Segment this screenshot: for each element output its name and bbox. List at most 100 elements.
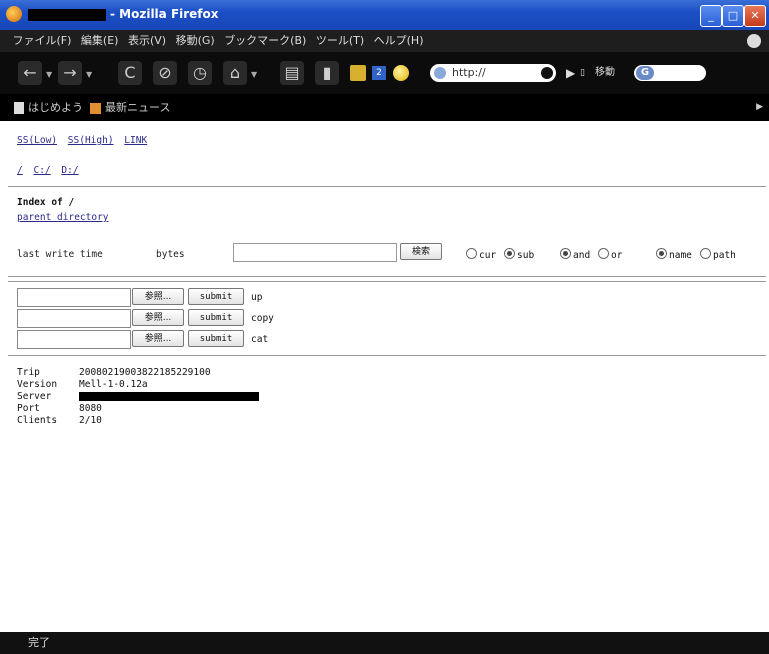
op-label: cat (251, 334, 269, 345)
stop-button[interactable]: ⊘ (153, 61, 177, 85)
parent-directory-link[interactable]: parent directory (17, 212, 109, 223)
radio-and-dot[interactable] (560, 248, 571, 259)
redacted-server (79, 392, 259, 401)
radio-and-label: and (573, 250, 591, 261)
chevron-right-icon[interactable]: ▶ (756, 94, 763, 121)
page-content: SS(Low) SS(High) LINK / C:/ D:/ Index of… (0, 121, 769, 632)
radio-path-label: path (713, 250, 736, 261)
search-input[interactable] (233, 243, 397, 262)
home-dropdown-icon[interactable]: ▼ (251, 70, 257, 79)
last-write-time-header[interactable]: last write time (17, 249, 103, 260)
link-link[interactable]: LINK (124, 135, 147, 146)
radio-or[interactable]: or (598, 248, 622, 261)
go-label[interactable]: 移動 (595, 65, 625, 81)
link-ss-high[interactable]: SS(High) (68, 135, 114, 146)
menu-help[interactable]: ヘルプ(H) (371, 30, 427, 52)
window-title: - Mozilla Firefox (110, 7, 219, 21)
link-drive-c[interactable]: C:/ (33, 165, 50, 176)
globe-icon (434, 67, 446, 79)
version-value: Mell-1-0.12a (79, 379, 148, 390)
trash-button[interactable]: ▮ (315, 61, 339, 85)
browse-button[interactable]: 参照... (132, 309, 184, 326)
print-button[interactable]: ▤ (280, 61, 304, 85)
file-path-input[interactable] (17, 288, 131, 307)
status-bar: 完了 (0, 632, 769, 654)
maximize-button[interactable]: □ (722, 5, 744, 27)
page-icon (14, 102, 24, 114)
bytes-header[interactable]: bytes (156, 249, 185, 260)
radio-sub[interactable]: sub (504, 248, 534, 261)
op-label: up (251, 292, 263, 303)
back-dropdown-icon[interactable]: ▼ (46, 70, 52, 79)
link-ss-low[interactable]: SS(Low) (17, 135, 57, 146)
navigation-toolbar: ← ▼ → ▼ C ⊘ ◷ ⌂ ▼ ▤ ▮ 2 http:// ▶ ▯ 移動 G (0, 52, 769, 94)
page-icon[interactable]: ▯ (580, 65, 596, 81)
menu-tools[interactable]: ツール(T) (313, 30, 367, 52)
menu-bookmarks[interactable]: ブックマーク(B) (221, 30, 309, 52)
tab-count-badge[interactable]: 2 (372, 66, 386, 80)
bookmark-tag-icon[interactable] (350, 65, 366, 81)
bookmark-getting-started[interactable]: はじめよう (14, 94, 83, 121)
radio-or-label: or (611, 250, 623, 261)
trip-label: Trip (17, 367, 40, 378)
index-heading: Index of / (17, 197, 75, 208)
browse-button[interactable]: 参照... (132, 288, 184, 305)
radio-name-dot[interactable] (656, 248, 667, 259)
radio-name[interactable]: name (656, 248, 692, 261)
server-info: Trip 20080219003822185229100 Version Mell-… (17, 367, 259, 427)
back-button[interactable]: ← (18, 61, 42, 85)
file-path-input[interactable] (17, 309, 131, 328)
radio-sub-dot[interactable] (504, 248, 515, 259)
divider (8, 355, 766, 356)
server-label: Server (17, 391, 52, 402)
divider (8, 281, 766, 282)
radio-cur[interactable]: cur (466, 248, 496, 261)
search-engine-icon[interactable]: G (636, 66, 654, 80)
url-bar[interactable]: http:// (430, 64, 556, 82)
search-button[interactable]: 検索 (400, 243, 442, 260)
submit-button[interactable]: submit (188, 288, 244, 305)
throbber-icon (747, 34, 761, 48)
browse-button[interactable]: 参照... (132, 330, 184, 347)
radio-path[interactable]: path (700, 248, 736, 261)
clients-label: Clients (17, 415, 58, 426)
radio-cur-label: cur (479, 250, 497, 261)
menu-bar: ファイル(F) 編集(E) 表示(V) 移動(G) ブックマーク(B) ツール(… (0, 30, 769, 52)
port-label: Port (17, 403, 40, 414)
submit-button[interactable]: submit (188, 309, 244, 326)
home-button[interactable]: ⌂ (223, 61, 247, 85)
bookmark-label: 最新ニュース (105, 101, 171, 114)
forward-dropdown-icon[interactable]: ▼ (86, 70, 92, 79)
search-box[interactable]: G (634, 65, 706, 81)
bookmark-label: はじめよう (28, 101, 83, 114)
rss-icon (90, 102, 101, 114)
redacted-title (28, 9, 106, 21)
submit-button[interactable]: submit (188, 330, 244, 347)
radio-cur-dot[interactable] (466, 248, 477, 259)
bookmark-latest-news[interactable]: 最新ニュース (90, 94, 170, 121)
close-button[interactable]: ✕ (744, 5, 766, 27)
divider (8, 276, 766, 277)
url-text[interactable]: http:// (452, 66, 486, 79)
history-button[interactable]: ◷ (188, 61, 212, 85)
menu-go[interactable]: 移動(G) (173, 30, 218, 52)
link-root[interactable]: / (17, 165, 23, 176)
reload-button[interactable]: C (118, 61, 142, 85)
bookmarks-toolbar: はじめよう 最新ニュース ▶ (0, 94, 769, 121)
radio-or-dot[interactable] (598, 248, 609, 259)
menu-file[interactable]: ファイル(F) (10, 30, 75, 52)
menu-edit[interactable]: 編集(E) (78, 30, 122, 52)
radio-path-dot[interactable] (700, 248, 711, 259)
go-icon[interactable] (541, 67, 553, 79)
link-drive-d[interactable]: D:/ (61, 165, 78, 176)
forward-button[interactable]: → (58, 61, 82, 85)
file-path-input[interactable] (17, 330, 131, 349)
clients-value: 2/10 (79, 415, 102, 426)
version-label: Version (17, 379, 58, 390)
menu-view[interactable]: 表示(V) (125, 30, 169, 52)
minimize-button[interactable]: _ (700, 5, 722, 27)
smiley-icon[interactable] (393, 65, 409, 81)
drive-links: / C:/ D:/ (17, 165, 84, 176)
radio-and[interactable]: and (560, 248, 590, 261)
op-label: copy (251, 313, 274, 324)
